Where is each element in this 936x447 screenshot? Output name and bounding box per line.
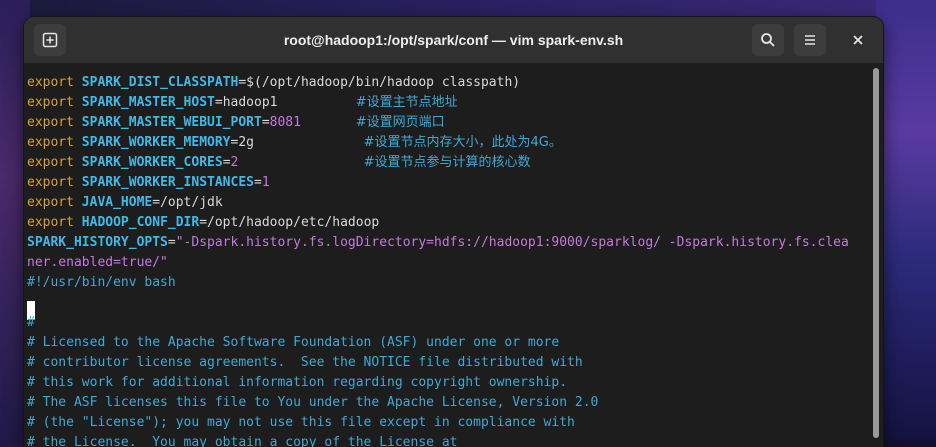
code-line: export SPARK_DIST_CLASSPATH=$(/opt/hadoo… <box>27 75 521 90</box>
new-tab-button[interactable] <box>34 24 66 56</box>
terminal-content[interactable]: export SPARK_DIST_CLASSPATH=$(/opt/hadoo… <box>24 64 869 447</box>
code-line: SPARK_HISTORY_OPTS="-Dspark.history.fs.l… <box>27 235 849 250</box>
code-line: export SPARK_WORKER_MEMORY=2g #设置节点内存大小，… <box>27 135 562 150</box>
search-button[interactable] <box>752 24 784 56</box>
search-icon <box>761 33 775 47</box>
hamburger-menu-icon <box>805 35 815 45</box>
code-line: ner.enabled=true/" <box>27 255 168 270</box>
code-line: export SPARK_MASTER_WEBUI_PORT=8081 #设置网… <box>27 115 445 130</box>
comment-line: # the License. You may obtain a copy of … <box>27 435 458 447</box>
menu-button[interactable] <box>794 24 826 56</box>
title-bar: root@hadoop1:/opt/spark/conf — vim spark… <box>24 17 883 64</box>
shebang-line: #!/usr/bin/env bash <box>27 275 176 290</box>
window-title: root@hadoop1:/opt/spark/conf — vim spark… <box>283 32 624 48</box>
desktop-wallpaper-right <box>876 0 936 440</box>
comment-line: # (the "License"); you may not use this … <box>27 415 575 430</box>
new-tab-icon <box>42 32 58 48</box>
code-line: export SPARK_MASTER_HOST=hadoop1 #设置主节点地… <box>27 95 458 110</box>
comment-line: # Licensed to the Apache Software Founda… <box>27 335 560 350</box>
comment-line: # The ASF licenses this file to You unde… <box>27 395 599 410</box>
comment-line: # contributor license agreements. See th… <box>27 355 583 370</box>
code-line: export SPARK_WORKER_INSTANCES=1 <box>27 175 270 190</box>
close-button[interactable] <box>842 24 874 56</box>
comment-line: # <box>27 315 35 330</box>
terminal-window: root@hadoop1:/opt/spark/conf — vim spark… <box>24 17 883 447</box>
scrollbar[interactable] <box>869 64 883 447</box>
code-line: export HADOOP_CONF_DIR=/opt/hadoop/etc/h… <box>27 215 380 230</box>
close-icon <box>853 35 863 45</box>
code-line: export JAVA_HOME=/opt/jdk <box>27 195 223 210</box>
comment-line: # this work for additional information r… <box>27 375 568 390</box>
scrollbar-thumb[interactable] <box>873 68 879 438</box>
code-line: export SPARK_WORKER_CORES=2 #设置节点参与计算的核心… <box>27 155 531 170</box>
